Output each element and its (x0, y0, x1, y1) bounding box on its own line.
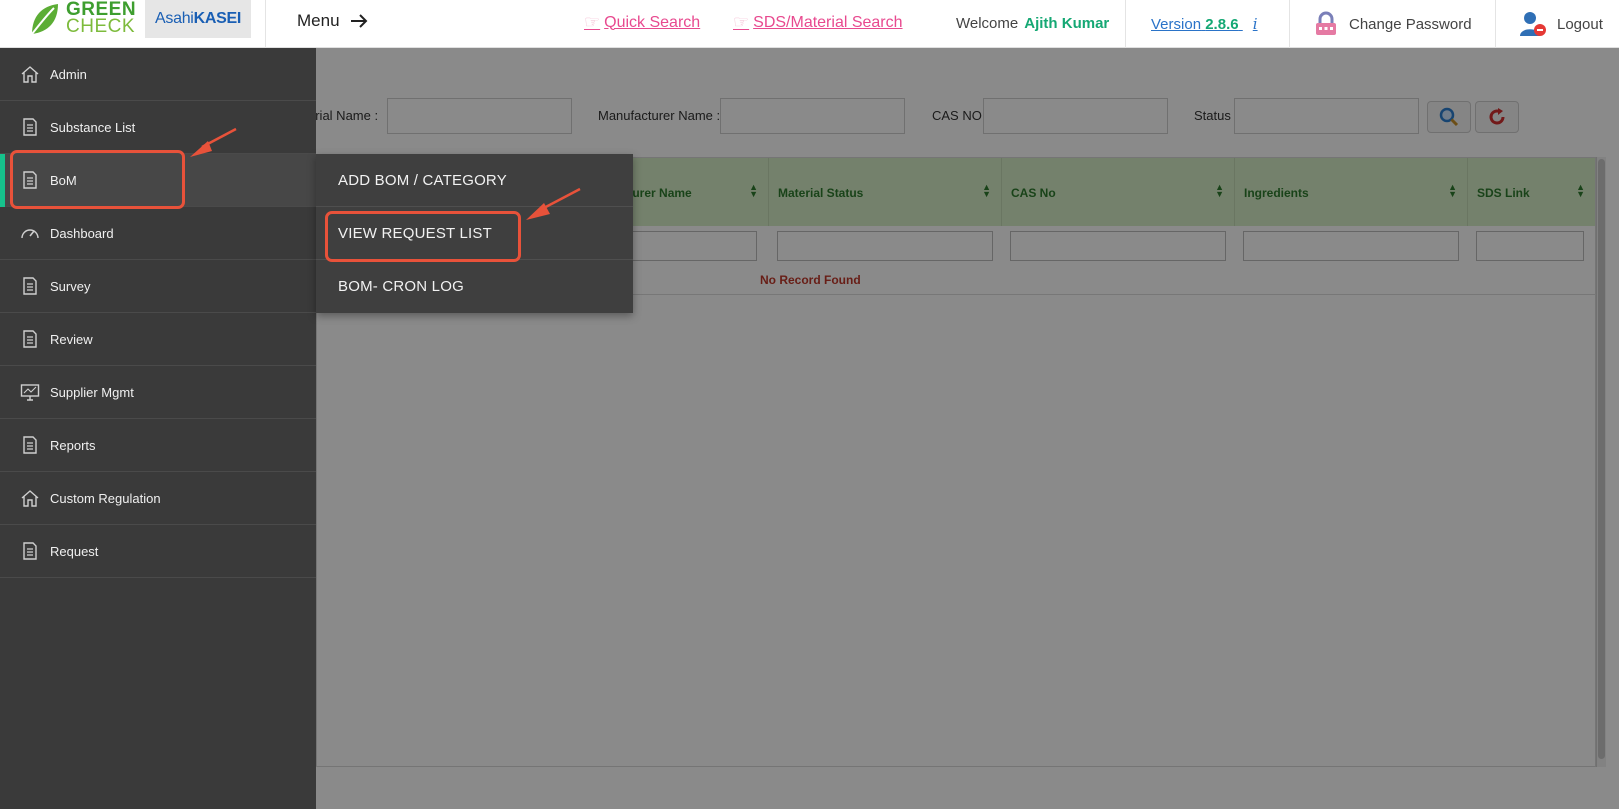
arrow-to-view-request-list (526, 187, 581, 220)
annotation-arrows (190, 127, 581, 220)
arrow-to-bom (190, 127, 237, 157)
